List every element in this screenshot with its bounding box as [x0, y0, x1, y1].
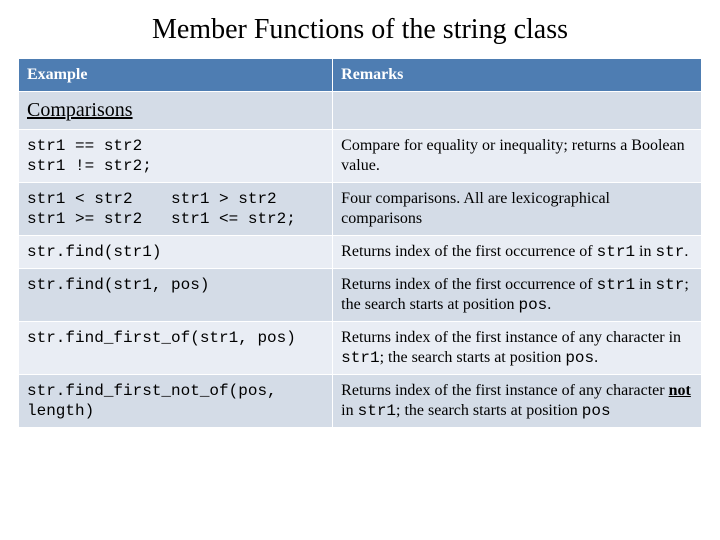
code-inline: str1	[597, 276, 635, 294]
example-cell: str.find(str1)	[19, 236, 333, 269]
t: ; the search starts at position	[396, 402, 582, 419]
t: Returns index of the first instance of a…	[341, 382, 668, 399]
t: in	[635, 243, 655, 260]
header-remarks: Remarks	[333, 59, 702, 92]
header-example: Example	[19, 59, 333, 92]
table-row: str1 == str2 str1 != str2; Compare for e…	[19, 130, 702, 183]
t: Returns index of the first instance of a…	[341, 329, 681, 346]
t: .	[547, 296, 551, 313]
slide: Member Functions of the string class Exa…	[0, 0, 720, 540]
t: in	[635, 276, 655, 293]
code-inline: pos	[565, 349, 594, 367]
code-inline: pos	[518, 296, 547, 314]
example-cell: str.find_first_of(str1, pos)	[19, 322, 333, 375]
example-cell: str.find_first_not_of(pos, length)	[19, 375, 333, 428]
page-title: Member Functions of the string class	[18, 14, 702, 46]
t: .	[684, 243, 688, 260]
table-row: str.find(str1, pos) Returns index of the…	[19, 269, 702, 322]
code-inline: pos	[582, 402, 611, 420]
remark-cell: Compare for equality or inequality; retu…	[333, 130, 702, 183]
remark-cell: Four comparisons. All are lexicographica…	[333, 183, 702, 236]
table-header-row: Example Remarks	[19, 59, 702, 92]
table-row: str1 < str2 str1 > str2 str1 >= str2 str…	[19, 183, 702, 236]
remark-cell: Returns index of the first occurrence of…	[333, 269, 702, 322]
t: Returns index of the first occurrence of	[341, 243, 596, 260]
table-row: str.find(str1) Returns index of the firs…	[19, 236, 702, 269]
code-inline: str	[656, 276, 685, 294]
t: .	[594, 349, 598, 366]
t: Returns index of the first occurrence of	[341, 276, 596, 293]
emphasis-not: not	[669, 382, 691, 399]
section-row: Comparisons	[19, 92, 702, 130]
code-inline: str1	[597, 243, 635, 261]
section-label: Comparisons	[19, 92, 333, 130]
remark-cell: Returns index of the first occurrence of…	[333, 236, 702, 269]
table-row: str.find_first_of(str1, pos) Returns ind…	[19, 322, 702, 375]
example-cell: str1 == str2 str1 != str2;	[19, 130, 333, 183]
section-blank	[333, 92, 702, 130]
remark-cell: Returns index of the first instance of a…	[333, 322, 702, 375]
table-row: str.find_first_not_of(pos, length) Retur…	[19, 375, 702, 428]
section-label-text: Comparisons	[27, 99, 133, 121]
example-cell: str.find(str1, pos)	[19, 269, 333, 322]
example-cell: str1 < str2 str1 > str2 str1 >= str2 str…	[19, 183, 333, 236]
remark-cell: Returns index of the first instance of a…	[333, 375, 702, 428]
t: in	[341, 402, 357, 419]
functions-table: Example Remarks Comparisons str1 == str2…	[18, 58, 702, 428]
code-inline: str	[656, 243, 685, 261]
code-inline: str1	[341, 349, 379, 367]
t: ; the search starts at position	[380, 349, 566, 366]
code-inline: str1	[358, 402, 396, 420]
